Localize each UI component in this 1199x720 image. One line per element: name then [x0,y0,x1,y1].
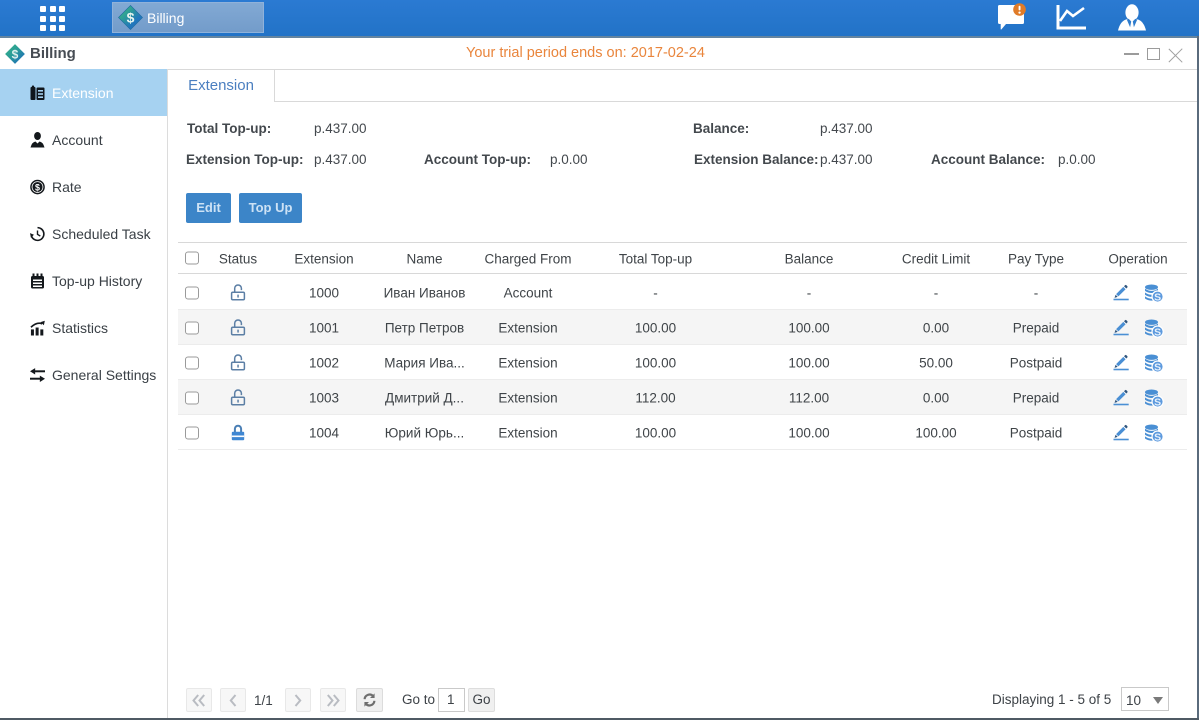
svg-text:S: S [1154,291,1161,303]
svg-text:S: S [1154,431,1161,443]
svg-text:$: $ [35,182,40,192]
svg-text:$: $ [12,48,19,62]
svg-text:S: S [1154,361,1161,373]
svg-text:S: S [1154,326,1161,338]
svg-text:S: S [1154,396,1161,408]
svg-text:$: $ [127,10,135,26]
